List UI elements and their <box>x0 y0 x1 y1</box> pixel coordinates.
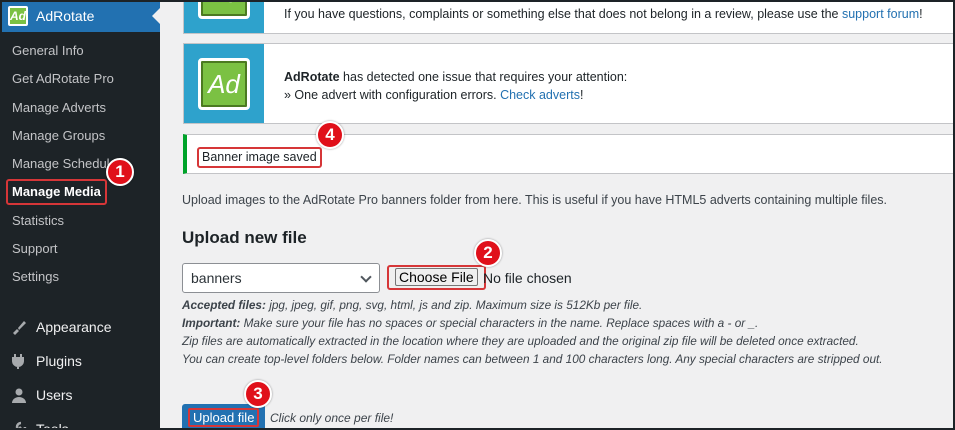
banner-saved-message: Banner image saved <box>197 147 322 168</box>
choose-file-label: Choose File <box>395 268 478 286</box>
submenu-manage-groups[interactable]: Manage Groups <box>0 122 160 150</box>
sidebar-item-label: AdRotate <box>36 8 95 24</box>
folder-select-value: banners <box>191 270 242 286</box>
admin-sidebar: Ad AdRotate General Info Get AdRotate Pr… <box>0 0 160 430</box>
users-icon <box>10 386 28 404</box>
adrotate-logo-icon: Ad <box>8 6 28 26</box>
step-marker-3: 3 <box>244 380 272 408</box>
issue-brand: AdRotate <box>284 70 340 84</box>
review-notice-text: If you have questions, complaints or som… <box>284 5 923 23</box>
adrotate-submenu: General Info Get AdRotate Pro Manage Adv… <box>0 37 160 292</box>
sidebar-item-appearance[interactable]: Appearance <box>0 310 160 344</box>
accepted-files-text: jpg, jpeg, gif, png, svg, html, js and z… <box>265 298 643 312</box>
sidebar-item-label: Appearance <box>36 319 112 335</box>
review-notice: Ad If you have questions, complaints or … <box>183 0 955 34</box>
upload-file-button[interactable]: Upload file <box>182 404 266 430</box>
support-forum-link[interactable]: support forum <box>842 7 919 21</box>
step-marker-1: 1 <box>106 158 134 186</box>
submenu-get-adrotate-pro[interactable]: Get AdRotate Pro <box>0 65 160 93</box>
submenu-settings[interactable]: Settings <box>0 263 160 291</box>
main-content: Ad If you have questions, complaints or … <box>160 0 955 430</box>
zip-info-text: Zip files are automatically extracted in… <box>182 334 859 348</box>
choose-file-button[interactable]: Choose File <box>387 265 486 290</box>
important-label: Important: <box>182 316 241 330</box>
upload-file-label: Upload file <box>188 408 260 427</box>
adrotate-ad-icon: Ad <box>198 58 250 110</box>
issue-line-1: has detected one issue that requires you… <box>339 70 628 84</box>
success-notice: Banner image saved <box>183 134 955 174</box>
appearance-icon <box>10 318 28 336</box>
upload-help-text: Accepted files: jpg, jpeg, gif, png, svg… <box>182 296 883 368</box>
submenu-general-info[interactable]: General Info <box>0 37 160 65</box>
review-notice-suffix: ! <box>919 7 923 21</box>
sidebar-item-adrotate[interactable]: Ad AdRotate <box>0 0 160 32</box>
issue-notice-text: AdRotate has detected one issue that req… <box>284 68 627 104</box>
step-marker-4: 4 <box>316 121 344 149</box>
submenu-support[interactable]: Support <box>0 235 160 263</box>
important-text: Make sure your file has no spaces or spe… <box>240 316 759 330</box>
tools-icon <box>10 420 28 430</box>
submenu-manage-media[interactable]: Manage Media <box>0 178 160 206</box>
issue-line-2: » One advert with configuration errors. <box>284 88 501 102</box>
sidebar-item-plugins[interactable]: Plugins <box>0 344 160 378</box>
submenu-statistics[interactable]: Statistics <box>0 207 160 235</box>
issue-suffix: ! <box>579 88 584 102</box>
step-marker-2: 2 <box>474 239 502 267</box>
check-adverts-link[interactable]: Check adverts <box>500 88 580 102</box>
submenu-manage-adverts[interactable]: Manage Adverts <box>0 94 160 122</box>
issue-notice: Ad AdRotate has detected one issue that … <box>183 43 955 124</box>
folder-select[interactable]: banners <box>182 263 380 293</box>
sidebar-item-users[interactable]: Users <box>0 378 160 412</box>
chevron-down-icon <box>360 271 372 283</box>
plugins-icon <box>10 352 28 370</box>
admin-main-menu: Appearance Plugins Users Tools <box>0 310 160 430</box>
folders-info-text: You can create top-level folders below. … <box>182 352 883 366</box>
sidebar-item-label: Plugins <box>36 353 82 369</box>
current-menu-arrow <box>152 8 160 24</box>
media-intro-text: Upload images to the AdRotate Pro banner… <box>182 193 887 207</box>
upload-hint-text: Click only once per file! <box>270 411 394 425</box>
notice-logo-box: Ad <box>184 44 264 123</box>
accepted-files-label: Accepted files: <box>182 298 266 312</box>
adrotate-ad-icon: Ad <box>198 0 250 19</box>
upload-heading: Upload new file <box>182 228 307 247</box>
sidebar-item-label: Users <box>36 387 73 403</box>
sidebar-item-label: Tools <box>36 421 69 430</box>
submenu-manage-schedules[interactable]: Manage Schedules <box>0 150 160 178</box>
submenu-label: Manage Media <box>6 179 107 206</box>
review-notice-message: If you have questions, complaints or som… <box>284 7 842 21</box>
notice-logo-box: Ad <box>184 0 264 33</box>
no-file-chosen-text: No file chosen <box>483 270 572 286</box>
sidebar-item-tools[interactable]: Tools <box>0 412 160 430</box>
